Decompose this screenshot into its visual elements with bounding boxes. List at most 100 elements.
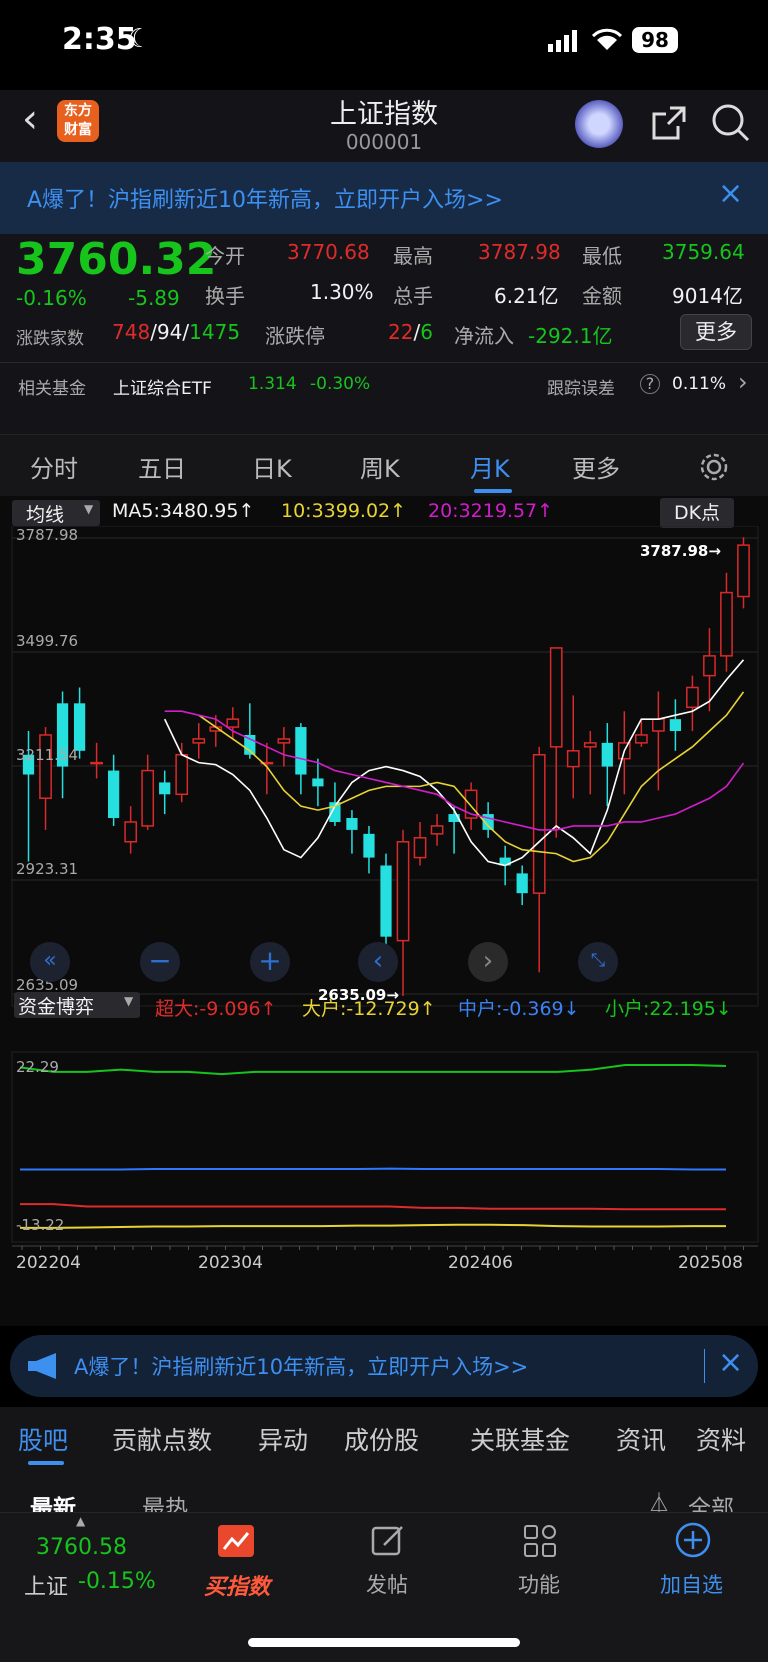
tab-movement[interactable]: 异动	[258, 1421, 308, 1457]
tab-weekly-k[interactable]: 周K	[360, 449, 400, 484]
fund-flow-select[interactable]: 资金博弈 ▼	[14, 992, 140, 1018]
low-value: 3759.64	[662, 240, 745, 264]
tab-daily-k[interactable]: 日K	[252, 449, 292, 484]
megaphone-icon	[28, 1353, 56, 1379]
low-label: 最低	[582, 244, 622, 268]
scroll-left-fast-icon[interactable]: «	[30, 942, 70, 982]
candle-body	[159, 782, 171, 795]
fund-line-小户	[19, 1064, 727, 1076]
candle-body	[108, 770, 120, 819]
volume-label: 总手	[393, 284, 433, 308]
candle-body	[380, 865, 392, 937]
tab-intraday[interactable]: 分时	[30, 449, 78, 484]
toolbar-price: 3760.58	[36, 1535, 127, 1560]
candle-body	[532, 753, 546, 894]
status-bar: 2:35 ☾ 98	[0, 0, 768, 90]
tab-guba[interactable]: 股吧	[18, 1421, 68, 1457]
tab-constituents[interactable]: 成份股	[344, 1421, 419, 1457]
open-label: 今开	[205, 244, 245, 268]
battery-icon: 98	[632, 27, 678, 53]
moon-icon: ☾	[128, 24, 152, 54]
last-price: 3760.32	[16, 234, 217, 285]
scroll-left-icon[interactable]: ‹	[358, 942, 398, 982]
more-button[interactable]: 更多	[680, 314, 752, 350]
add-watchlist-button[interactable]: 加自选	[660, 1569, 723, 1599]
small-flow: 小户:22.195↓	[605, 998, 732, 1020]
limit-down: 6	[420, 320, 433, 344]
candle-body	[346, 818, 358, 830]
tab-monthly-k[interactable]: 月K	[470, 449, 510, 484]
dropdown-icon-2: ▼	[124, 994, 134, 1008]
limit-values: 22/6	[388, 320, 433, 344]
candle-body	[430, 825, 444, 835]
candle-body	[226, 718, 240, 728]
content-tabs: 股吧 贡献点数 异动 成份股 关联基金 资讯 资料 最新 最热 ⏃ 全部	[0, 1407, 768, 1522]
x-tick-label: 202406	[448, 1253, 513, 1273]
tab-related-funds[interactable]: 关联基金	[470, 1421, 570, 1457]
fund-price: 1.314	[248, 374, 297, 394]
zoom-in-icon[interactable]: +	[250, 942, 290, 982]
promo-banner-2[interactable]: A爆了！沪指刷新近10年新高，立即开户入场>> ×	[10, 1335, 758, 1397]
limit-label: 涨跌停	[265, 324, 325, 348]
fund-flow-select-label: 资金博弈	[18, 996, 95, 1018]
zoom-out-icon[interactable]: −	[140, 942, 180, 982]
bottom-toolbar: ▲ 3760.58 上证 -0.15% 买指数 发帖 功能 加自选	[0, 1512, 768, 1662]
robot-assistant-icon[interactable]	[575, 100, 623, 148]
function-button[interactable]: 功能	[518, 1569, 560, 1599]
y-tick-label: 2923.31	[16, 860, 78, 878]
large-flow: 大户:-12.729↑	[302, 998, 436, 1020]
change-percent: -0.16%	[16, 286, 87, 310]
tab-news[interactable]: 资讯	[616, 1421, 666, 1457]
buy-index-button[interactable]: 买指数	[204, 1569, 270, 1601]
promo-text-2: A爆了！沪指刷新近10年新高，立即开户入场>>	[74, 1355, 529, 1379]
fund-name[interactable]: 上证综合ETF	[113, 374, 212, 399]
help-icon[interactable]: ?	[640, 374, 660, 394]
mid-flow: 中户:-0.369↓	[458, 998, 580, 1020]
share-icon[interactable]	[650, 104, 688, 142]
close-icon[interactable]: ×	[718, 176, 743, 211]
fund-percent: -0.30%	[310, 374, 371, 394]
active-tab-indicator	[474, 489, 512, 493]
candle-body	[601, 742, 613, 767]
y-tick-label: 3787.98	[16, 526, 78, 544]
candle-body	[703, 655, 716, 677]
ma-select-label: 均线	[26, 504, 65, 526]
up-arrow-icon: ▲	[76, 1514, 86, 1528]
candle-body	[396, 841, 410, 942]
breadth-label: 涨跌家数	[16, 329, 84, 349]
fund-line-超大	[20, 1203, 726, 1211]
promo-banner[interactable]: A爆了！沪指刷新近10年新高，立即开户入场>> ×	[0, 162, 768, 234]
candle-body	[652, 718, 665, 732]
dk-point-button[interactable]: DK点	[660, 498, 734, 528]
kline-chart[interactable]: 3787.983499.763211.542923.312635.093787.…	[0, 526, 768, 1326]
candle-body	[363, 833, 375, 858]
candle-body	[669, 719, 682, 732]
tab-more[interactable]: 更多	[572, 449, 620, 484]
candle-body	[277, 738, 291, 744]
scroll-right-icon[interactable]: ›	[468, 942, 508, 982]
ma10-value: 10:3399.02↑	[281, 500, 407, 522]
settings-gear-icon[interactable]	[698, 451, 730, 483]
fund-line-中户	[20, 1167, 726, 1171]
ma-select[interactable]: 均线 ▼	[12, 500, 100, 526]
candle-body	[566, 750, 580, 768]
candle-body	[583, 742, 597, 748]
tab-contribution[interactable]: 贡献点数	[112, 1421, 212, 1457]
fund-y-tick-label: -13.22	[16, 1216, 64, 1234]
tab-five-day[interactable]: 五日	[138, 449, 186, 484]
fullscreen-icon[interactable]: ⤡	[578, 942, 618, 982]
chevron-right-icon[interactable]: ›	[738, 368, 748, 396]
signal-icon	[548, 30, 577, 52]
netflow-label: 净流入	[454, 324, 514, 348]
search-icon[interactable]	[710, 102, 752, 144]
candle-body	[686, 686, 699, 709]
x-tick-label: 202304	[198, 1253, 263, 1273]
y-tick-label: 3499.76	[16, 632, 78, 650]
up-count: 748	[112, 320, 151, 344]
candle-body	[413, 837, 427, 859]
tab-profile[interactable]: 资料	[696, 1421, 746, 1457]
chart-tabs: 分时 五日 日K 周K 月K 更多	[0, 434, 768, 496]
nav-bar: ‹ 东方 财富 上证指数 000001	[0, 90, 768, 162]
close-icon-2[interactable]: ×	[718, 1345, 743, 1380]
post-button[interactable]: 发帖	[366, 1569, 408, 1599]
